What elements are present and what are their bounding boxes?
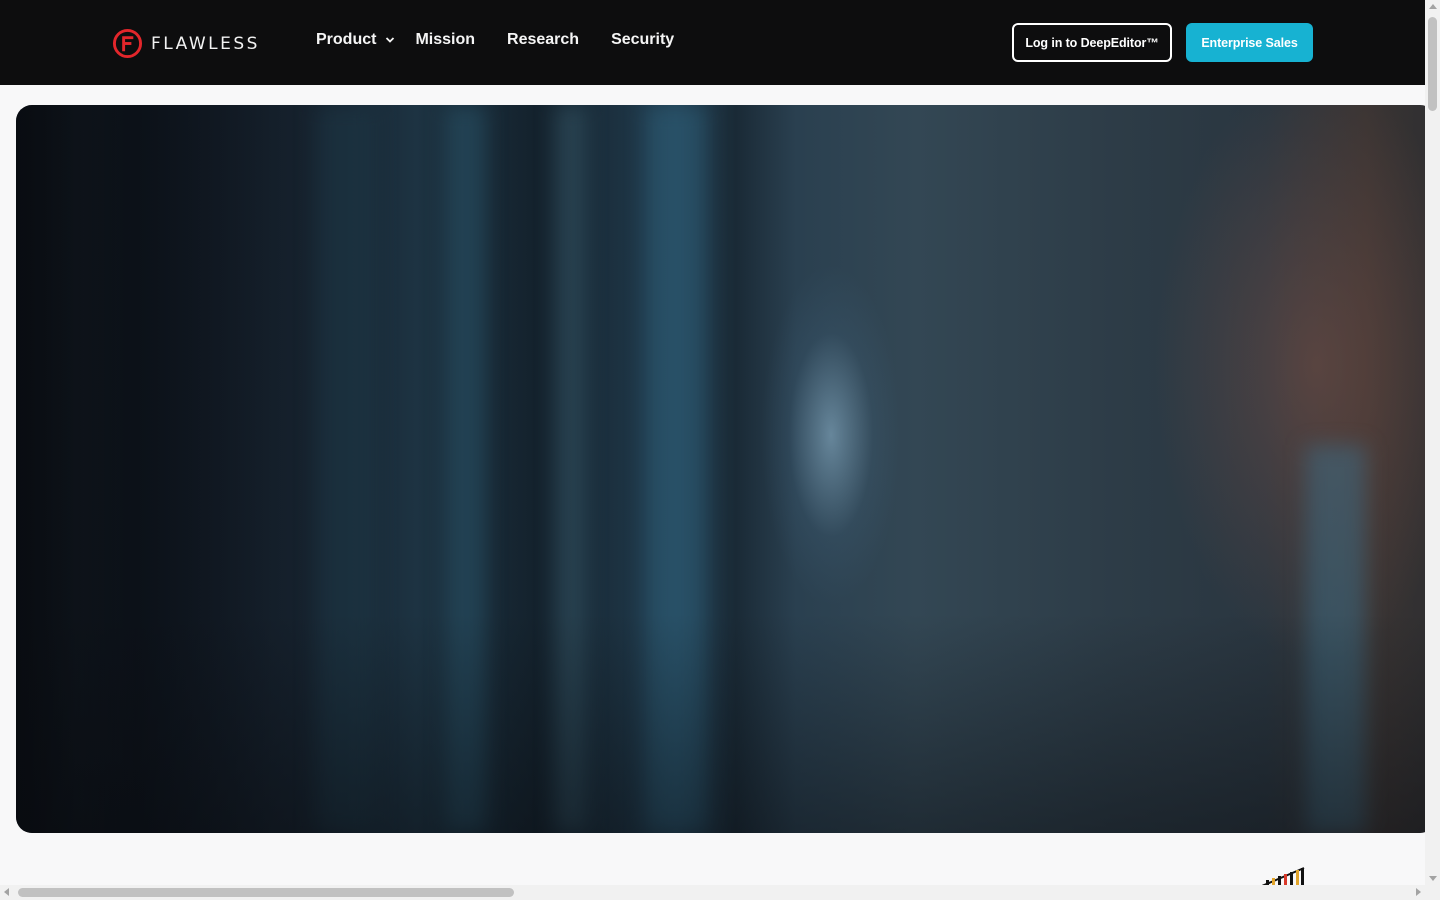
flawless-logo-icon	[112, 28, 143, 59]
nav-item-security[interactable]: Security	[611, 31, 674, 49]
horizontal-scroll-thumb[interactable]	[18, 888, 514, 897]
scroll-right-arrow-icon[interactable]	[1416, 888, 1421, 896]
nav-item-label: Product	[316, 31, 377, 48]
vertical-scroll-thumb[interactable]	[1428, 17, 1437, 111]
nav-item-label: Mission	[415, 31, 476, 48]
hero-shadow	[16, 613, 1436, 833]
nav-item-label: Research	[507, 31, 580, 48]
nav-item-label: Security	[611, 31, 675, 48]
logo-text: FLAWLESS	[151, 33, 260, 54]
login-button[interactable]: Log in to DeepEditor™	[1012, 23, 1172, 62]
page: FLAWLESS Product Mission Research Securi…	[0, 0, 1440, 900]
nav-item-research[interactable]: Research	[507, 31, 579, 49]
hero-video[interactable]	[16, 105, 1436, 833]
chevron-down-icon	[386, 37, 395, 43]
partial-graphic-icon	[1262, 867, 1305, 886]
scroll-down-arrow-icon[interactable]	[1429, 876, 1437, 881]
vertical-scrollbar[interactable]	[1425, 0, 1440, 885]
scrollbar-corner	[1425, 885, 1440, 900]
site-header: FLAWLESS Product Mission Research Securi…	[0, 0, 1425, 85]
main-nav: Product Mission Research Security	[316, 31, 674, 49]
enterprise-sales-button[interactable]: Enterprise Sales	[1186, 23, 1313, 62]
horizontal-scrollbar[interactable]	[0, 885, 1425, 900]
scroll-up-arrow-icon[interactable]	[1429, 4, 1437, 9]
nav-item-mission[interactable]: Mission	[415, 31, 475, 49]
nav-item-product[interactable]: Product	[316, 31, 395, 49]
scroll-left-arrow-icon[interactable]	[4, 888, 9, 896]
logo-link[interactable]: FLAWLESS	[112, 28, 260, 59]
